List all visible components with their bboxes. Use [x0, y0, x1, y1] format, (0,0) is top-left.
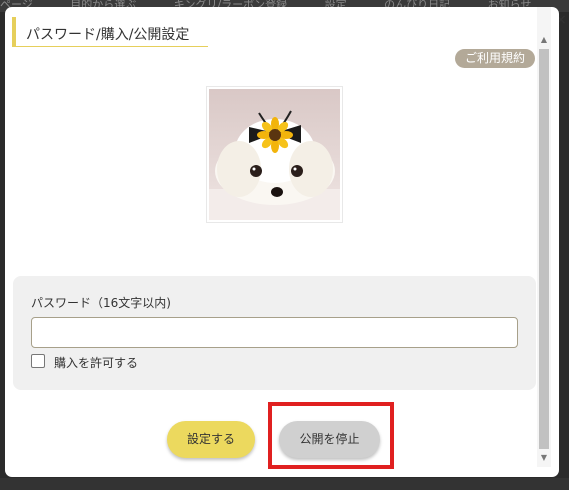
background-page-bottom: [0, 478, 569, 490]
scroll-thumb[interactable]: [539, 49, 549, 449]
set-button[interactable]: 設定する: [167, 421, 255, 458]
password-form-panel: パスワード（16文字以内) 購入を許可する: [13, 276, 536, 390]
modal-scrollbar[interactable]: ▲ ▼: [537, 7, 551, 467]
password-label: パスワード（16文字以内): [31, 296, 171, 310]
dog-photo-image: [209, 89, 340, 220]
allow-purchase-label[interactable]: 購入を許可する: [54, 354, 138, 371]
modal-title-bar: パスワード/購入/公開設定: [12, 17, 208, 47]
password-input[interactable]: [31, 317, 518, 348]
terms-of-use-link[interactable]: ご利用規約: [455, 49, 535, 68]
allow-purchase-checkbox[interactable]: [31, 354, 45, 368]
dog-photo: [206, 86, 343, 223]
scroll-down-icon[interactable]: ▼: [537, 451, 551, 465]
scroll-up-icon[interactable]: ▲: [537, 33, 551, 47]
modal-title: パスワード/購入/公開設定: [26, 27, 190, 43]
highlight-frame: [268, 402, 394, 469]
